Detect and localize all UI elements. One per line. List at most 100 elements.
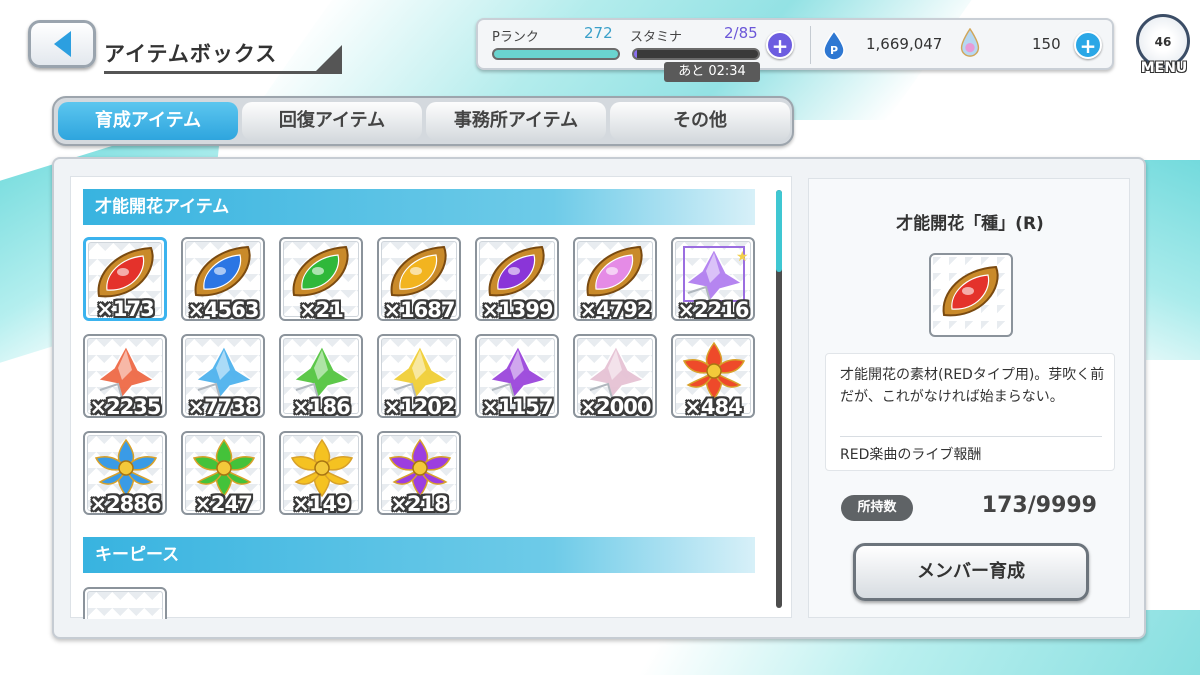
- page-title: アイテムボックス: [104, 34, 342, 74]
- bud-green-icon: [292, 344, 352, 400]
- item-tile[interactable]: ×2000: [573, 334, 657, 418]
- item-quantity: ×4792: [579, 298, 651, 321]
- item-quantity: ×1687: [383, 298, 455, 321]
- item-quantity: ×1202: [383, 395, 455, 418]
- detail-item-name: 才能開花「種」(R): [896, 214, 1044, 234]
- item-quantity: ×1157: [481, 395, 553, 418]
- flower-purple-icon: [388, 438, 452, 498]
- item-tile[interactable]: ×186: [279, 334, 363, 418]
- tile-pattern: [87, 591, 163, 619]
- item-quantity: ×2000: [579, 395, 651, 418]
- bud-rainbow-icon: [586, 344, 646, 400]
- item-quantity: ×2216: [677, 298, 749, 321]
- crystal-plus-button[interactable]: +: [1074, 31, 1102, 59]
- owned-value: 173/9999: [981, 493, 1097, 518]
- item-detail-panel: 才能開花「種」(R) 才能開花の素材(REDタイプ用)。芽吹く前だが、これがなけ…: [808, 178, 1130, 618]
- tab-office-items[interactable]: 事務所アイテム: [426, 102, 606, 140]
- flower-red-icon: [682, 341, 746, 401]
- item-quantity: ×2235: [89, 395, 161, 418]
- item-quantity: ×218: [390, 492, 448, 515]
- item-quantity: ×484: [684, 395, 742, 418]
- item-tile[interactable]: ×1687: [377, 237, 461, 321]
- item-quantity: ×4563: [187, 298, 259, 321]
- item-quantity: ×247: [194, 492, 252, 515]
- stamina-timer: あと 02:34: [664, 62, 760, 82]
- item-tile[interactable]: ×173: [83, 237, 167, 321]
- drop-currency-value: 1,669,047: [866, 35, 943, 53]
- crystal-purple-star-icon: ★: [683, 246, 748, 303]
- section-header-keypiece: キーピース: [83, 537, 755, 573]
- detail-description: 才能開花の素材(REDタイプ用)。芽吹く前だが、これがなければ始まらない。: [840, 367, 1105, 405]
- item-tile[interactable]: ×4563: [181, 237, 265, 321]
- rank-value: 272: [584, 24, 613, 42]
- seed-purple-icon: [488, 245, 545, 297]
- category-tabs: 育成アイテム 回復アイテム 事務所アイテム その他: [52, 96, 794, 146]
- item-tile[interactable]: ×1157: [475, 334, 559, 418]
- item-quantity: ×149: [292, 492, 350, 515]
- item-quantity: ×2886: [89, 492, 161, 515]
- seed-green-icon: [292, 245, 349, 297]
- seed-yellow-icon: [390, 245, 447, 297]
- detail-item-icon: [929, 253, 1013, 337]
- item-tile[interactable]: ×21: [279, 237, 363, 321]
- item-tile[interactable]: ×484: [671, 334, 755, 418]
- item-tile[interactable]: ×149: [279, 431, 363, 515]
- back-arrow-icon: [53, 31, 71, 57]
- tab-recovery-items[interactable]: 回復アイテム: [242, 102, 422, 140]
- stamina-plus-button[interactable]: +: [766, 31, 794, 59]
- item-quantity: ×21: [299, 298, 344, 321]
- detail-source: RED楽曲のライブ報酬: [840, 447, 982, 463]
- player-status-bar: Pランク 272 スタミナ 2/85 + P 1,669,047 150 +: [476, 18, 1114, 70]
- svg-text:★: ★: [736, 249, 748, 265]
- title-corner-decoration: [316, 45, 342, 71]
- menu-label: MENU: [1140, 60, 1188, 76]
- seed-red-icon: [942, 265, 999, 317]
- svg-text:P: P: [830, 44, 838, 57]
- item-tile[interactable]: ×4792: [573, 237, 657, 321]
- flower-green-icon: [192, 438, 256, 498]
- seed-blue-icon: [194, 245, 251, 297]
- item-tile[interactable]: ×247: [181, 431, 265, 515]
- item-list-viewport: 才能開花アイテム ×173 ×4563 ×21 ×1687 ×1399 ×479…: [71, 177, 771, 619]
- rank-progress-bar: [492, 48, 620, 60]
- page-title-text: アイテムボックス: [104, 42, 278, 66]
- bud-red-icon: [96, 344, 156, 400]
- scrollbar-thumb[interactable]: [776, 190, 782, 272]
- crystal-currency-icon: [960, 28, 980, 57]
- bud-blue-icon: [194, 344, 254, 400]
- member-training-button[interactable]: メンバー育成: [853, 543, 1089, 601]
- item-tile-keypiece[interactable]: [83, 587, 167, 619]
- stamina-value: 2/85: [724, 24, 758, 42]
- seed-rainbow-icon: [586, 245, 643, 297]
- section-header-talent: 才能開花アイテム: [83, 189, 755, 225]
- bud-yellow-icon: [390, 344, 450, 400]
- status-divider: [810, 26, 811, 64]
- detail-description-box: 才能開花の素材(REDタイプ用)。芽吹く前だが、これがなければ始まらない。 RE…: [825, 353, 1115, 471]
- owned-label: 所持数: [841, 495, 913, 521]
- item-tile[interactable]: ×1399: [475, 237, 559, 321]
- item-tile[interactable]: ×2886: [83, 431, 167, 515]
- item-quantity: ×1399: [481, 298, 553, 321]
- item-quantity: ×186: [292, 395, 350, 418]
- item-quantity: ×7738: [187, 395, 259, 418]
- item-tile[interactable]: ×7738: [181, 334, 265, 418]
- stamina-bar: [632, 48, 760, 60]
- drop-currency-icon: P: [823, 30, 845, 60]
- stamina-bar-fill: [634, 50, 637, 58]
- item-list-panel[interactable]: 才能開花アイテム ×173 ×4563 ×21 ×1687 ×1399 ×479…: [70, 176, 792, 619]
- menu-button[interactable]: 46 MENU: [1132, 14, 1194, 78]
- scrollbar[interactable]: [776, 190, 782, 608]
- flower-blue-icon: [94, 438, 158, 498]
- menu-badge: 46: [1154, 35, 1172, 49]
- rank-label: Pランク: [492, 30, 539, 45]
- item-tile[interactable]: ×218: [377, 431, 461, 515]
- item-tile[interactable]: ★ ×2216: [671, 237, 755, 321]
- item-tile[interactable]: ×2235: [83, 334, 167, 418]
- stamina-label: スタミナ: [630, 30, 683, 45]
- tab-growth-items[interactable]: 育成アイテム: [58, 102, 238, 140]
- back-button[interactable]: [28, 20, 96, 68]
- crystal-currency-value: 150: [1032, 35, 1061, 53]
- tab-other[interactable]: その他: [610, 102, 790, 140]
- detail-divider: [840, 436, 1102, 437]
- item-tile[interactable]: ×1202: [377, 334, 461, 418]
